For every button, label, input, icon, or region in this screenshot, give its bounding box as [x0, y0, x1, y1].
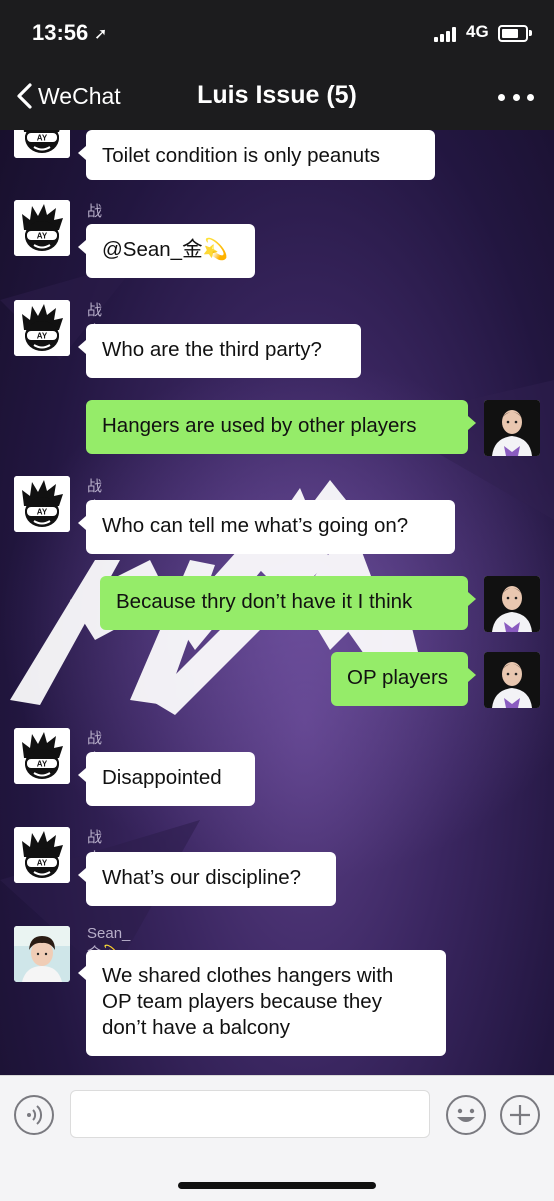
self-avatar[interactable] — [484, 576, 540, 632]
message-list[interactable]: AY Toilet condition is only peanuts AY 战… — [0, 130, 554, 1075]
location-arrow-icon: ➚ — [94, 26, 108, 43]
svg-text:AY: AY — [37, 232, 48, 241]
message-bubble[interactable]: Toilet condition is only peanuts — [78, 130, 435, 180]
message-bubble[interactable]: Hangers are used by other players — [86, 400, 476, 454]
ay-logo-avatar[interactable]: AY — [14, 728, 70, 784]
sean-photo-avatar[interactable] — [14, 926, 70, 982]
self-avatar[interactable] — [484, 400, 540, 456]
top-bar: 13:56 ➚ 4G WeChat Luis Issue (5) — [0, 0, 554, 130]
message-bubble[interactable]: Disappointed — [78, 752, 255, 806]
message-input[interactable] — [70, 1090, 430, 1138]
ay-logo-avatar[interactable]: AY — [14, 476, 70, 532]
svg-text:AY: AY — [37, 332, 48, 341]
battery-icon — [498, 25, 532, 42]
ay-logo-avatar[interactable]: AY — [14, 130, 70, 158]
svg-text:AY: AY — [37, 859, 48, 868]
emoji-icon[interactable] — [446, 1095, 486, 1135]
voice-icon[interactable] — [14, 1095, 54, 1135]
message-bubble[interactable]: @Sean_金💫 — [78, 224, 255, 278]
svg-text:AY: AY — [37, 760, 48, 769]
message-bubble[interactable]: Who can tell me what’s going on? — [78, 500, 455, 554]
status-time: 13:56 — [32, 20, 89, 45]
network-type: 4G — [466, 22, 489, 41]
self-avatar[interactable] — [484, 652, 540, 708]
plus-icon[interactable] — [500, 1095, 540, 1135]
ay-logo-avatar[interactable]: AY — [14, 827, 70, 883]
message-bubble[interactable]: What’s our discipline? — [78, 852, 336, 906]
signal-icon — [434, 26, 460, 42]
message-bubble[interactable]: We shared clothes hangers with OP team p… — [78, 950, 446, 1056]
ay-logo-avatar[interactable]: AY — [14, 200, 70, 256]
nav-bar: WeChat Luis Issue (5) — [0, 68, 554, 124]
message-bubble[interactable]: OP players — [331, 652, 476, 706]
svg-text:AY: AY — [37, 508, 48, 517]
svg-text:AY: AY — [37, 134, 48, 143]
ay-logo-avatar[interactable]: AY — [14, 300, 70, 356]
chat-title: Luis Issue (5) — [197, 81, 357, 109]
more-options-icon[interactable] — [498, 94, 534, 104]
message-bubble[interactable]: Because thry don’t have it I think — [100, 576, 476, 630]
home-indicator[interactable] — [178, 1182, 376, 1189]
message-bubble[interactable]: Who are the third party? — [78, 324, 361, 378]
status-bar: 13:56 ➚ 4G — [0, 0, 554, 62]
